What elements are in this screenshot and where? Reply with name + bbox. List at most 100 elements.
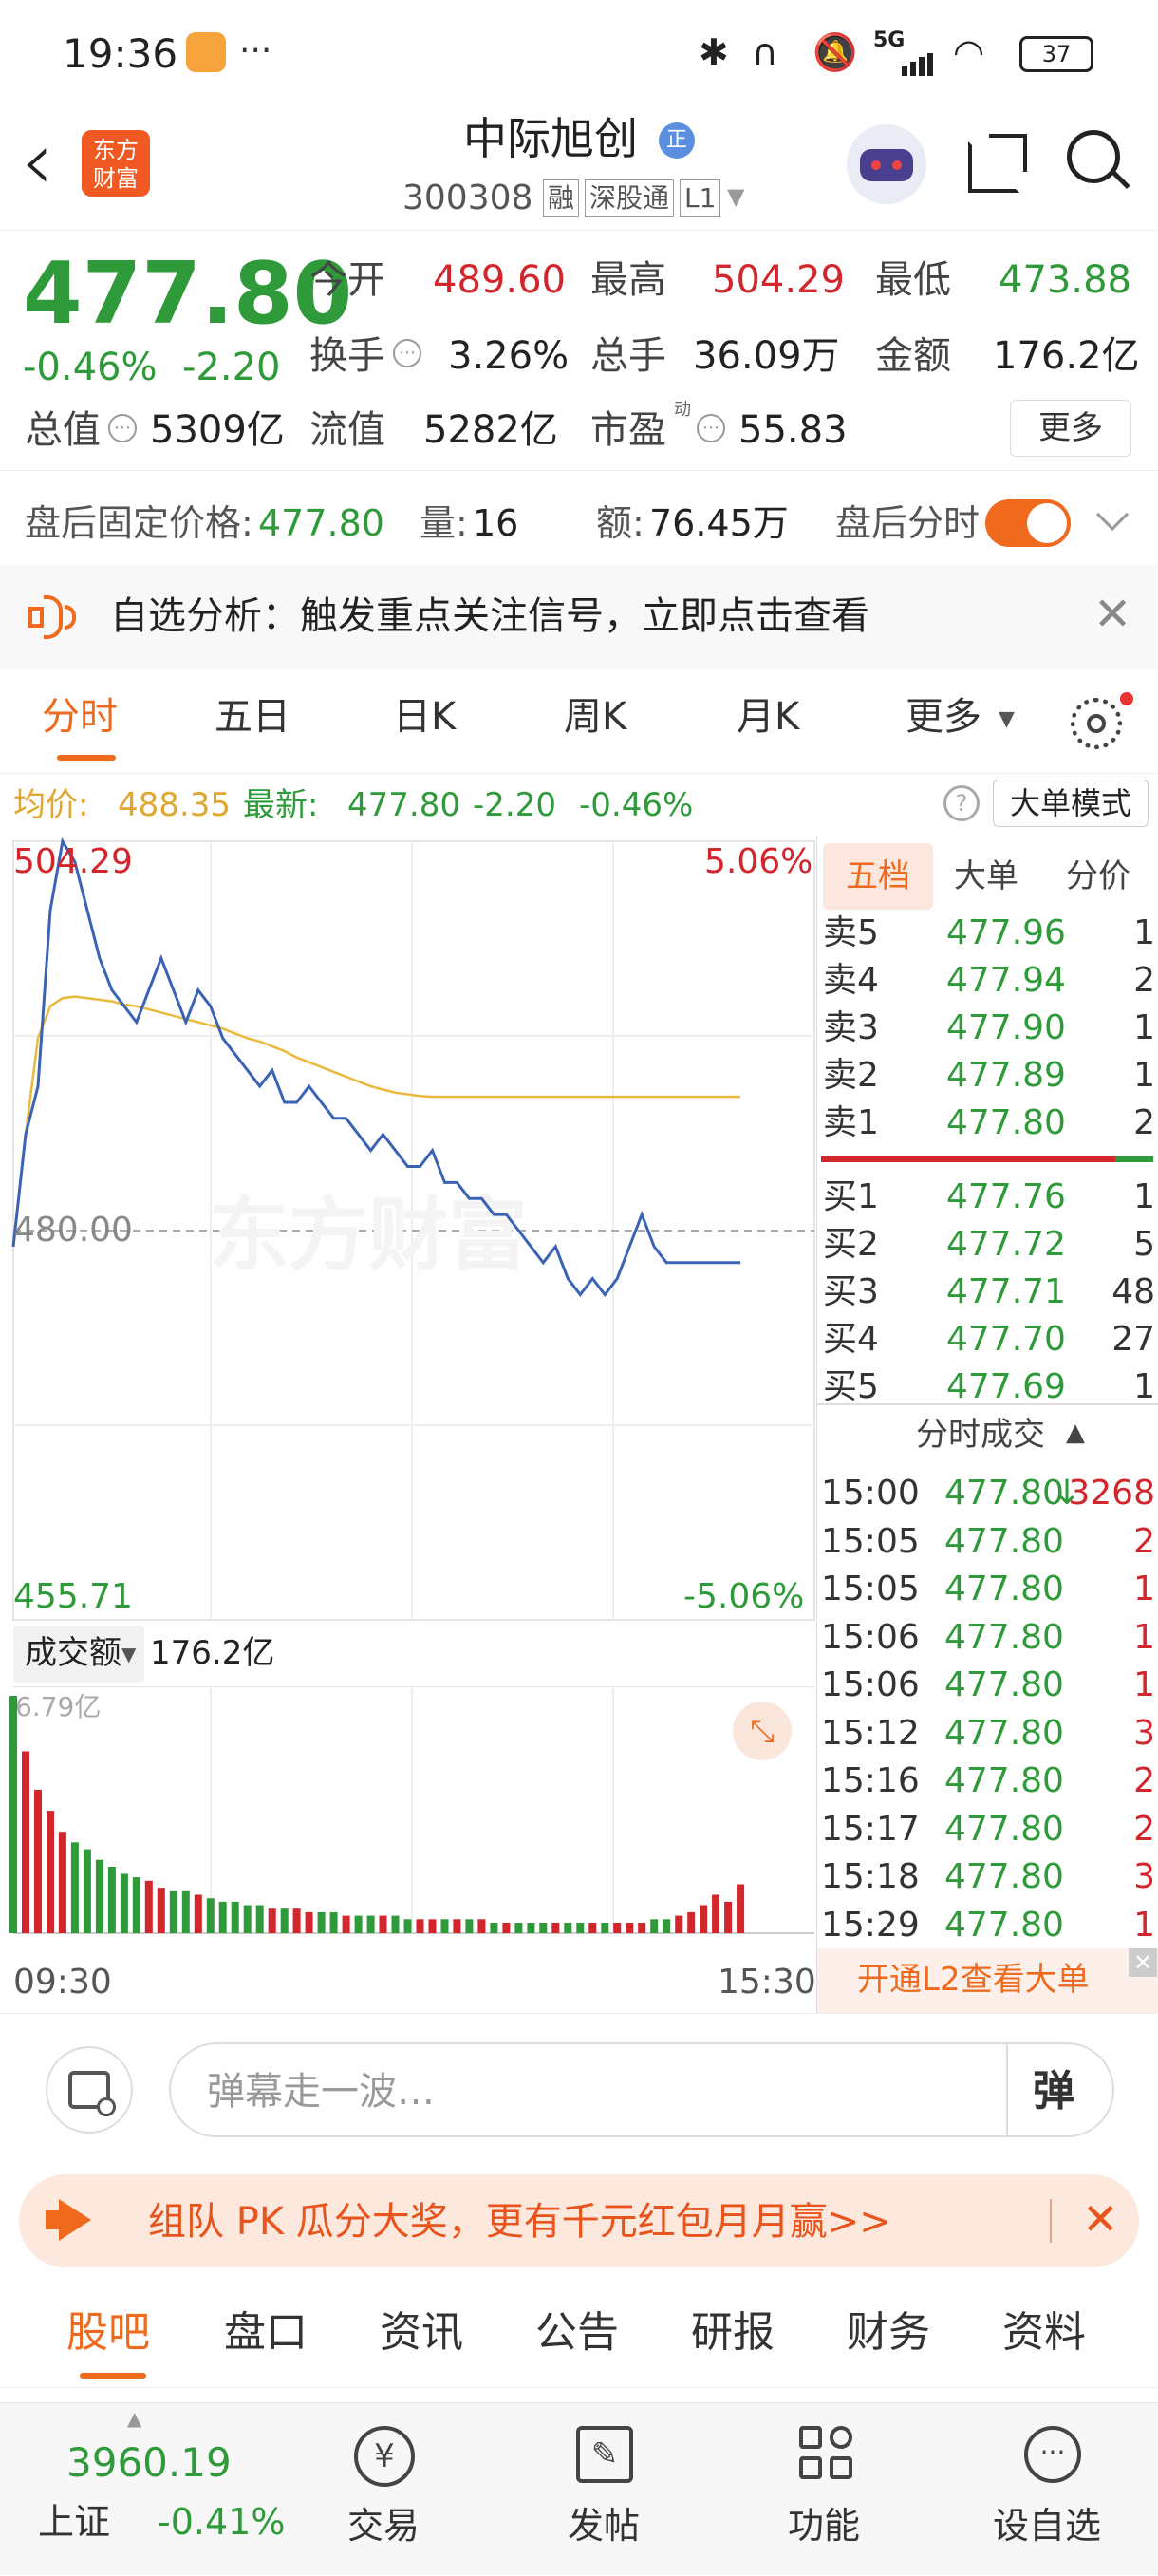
ask-level-row: 卖3 477.90 1 [817,1005,1158,1052]
danmu-list-icon[interactable] [46,2046,133,2134]
nav-functions[interactable]: 功能 [763,2403,887,2576]
volume-bar [712,1894,720,1933]
tab-profile[interactable]: 资料 [1002,2312,1086,2354]
nav-add-watchlist[interactable]: ··· 设自选 [981,2403,1124,2576]
volume-bars [9,1696,745,1933]
intraday-chart[interactable]: 东方财富 504.29 5.06% 480.00 455.71 -5.06% 成… [0,836,816,2013]
volume-bar [687,1911,696,1933]
megaphone-icon [46,2199,91,2241]
big-order-mode-button[interactable]: 大单模式 [993,780,1149,827]
bid-level-price: 477.71 [946,1272,1066,1311]
volume-bar [613,1923,622,1933]
trade-time: 15:00 [821,1474,920,1513]
l2-banner[interactable]: 开通L2查看大单 ✕ [817,1948,1158,2013]
notice-bar[interactable]: 自选分析：触发重点关注信号，立即点击查看 ✕ [0,565,1158,669]
tab-order-book[interactable]: 盘口 [224,2312,308,2354]
nav-post-label: 发帖 [568,2505,641,2547]
trade-price: 477.80 [944,1617,1064,1657]
after-hours-toggle[interactable] [985,499,1071,547]
volume-bar [576,1923,585,1933]
promo-banner[interactable]: 组队 PK 瓜分大奖，更有千元红包月月赢>> ✕ [19,2174,1139,2267]
wifi-icon: ◠ [953,31,985,73]
gear-icon[interactable] [1071,698,1122,749]
volume-value: 36.09万 [693,334,840,378]
chevron-down-icon[interactable]: ▼ [727,185,744,208]
index-ticker[interactable]: ▲ 3960.19 上证 -0.41% [0,2403,285,2576]
trade-price: 477.80 [944,1474,1064,1513]
signal-icon [873,53,934,76]
danmu-input[interactable]: 弹幕走一波… 弹 [169,2042,1114,2137]
volume-bar [514,1923,523,1933]
trades-title[interactable]: 分时成交 [916,1419,1045,1451]
bid-ratio-bar [1115,1156,1153,1162]
tab-forum[interactable]: 股吧 [66,2312,150,2354]
info-icon[interactable]: ⋯ [108,414,137,442]
volume-bar [58,1832,66,1933]
ask-level-price: 477.89 [946,1056,1066,1095]
top-price-label: 504.29 [13,842,133,881]
volume-bar [181,1890,190,1933]
tab-monthly-k[interactable]: 月K [737,698,799,736]
pe-superscript: 动 [674,400,691,420]
search-icon[interactable] [1067,130,1130,197]
tab-weekly-k[interactable]: 周K [564,698,626,736]
share-icon[interactable] [968,134,1027,193]
float-value: 5282亿 [423,408,558,452]
ask-level-volume: 2 [1133,961,1155,1000]
nav-post[interactable]: ✎ 发帖 [543,2403,666,2576]
nav-trade[interactable]: ¥ 交易 [323,2403,446,2576]
tab-research[interactable]: 研报 [691,2312,775,2354]
tab-finance[interactable]: 财务 [847,2312,930,2354]
more-button[interactable]: 更多 [1010,400,1131,457]
after-hours-toggle-label: 盘后分时 [835,502,981,544]
volume-bar [564,1923,572,1933]
help-icon[interactable]: ? [943,785,980,821]
amount-selector[interactable]: 成交额 ▼ [13,1626,144,1683]
close-icon[interactable]: ✕ [1093,592,1131,637]
tab-daily-k[interactable]: 日K [393,698,456,736]
chevron-down-icon[interactable] [1096,498,1129,531]
tab-five-levels[interactable]: 五档 [823,843,933,910]
info-icon[interactable]: ⋯ [697,414,725,442]
bluetooth-icon: ✱ [699,31,729,73]
tab-announcements[interactable]: 公告 [535,2312,619,2354]
amount-selector-label: 成交额 [25,1634,121,1672]
volume-bar [539,1923,548,1933]
info-icon[interactable]: ⋯ [393,339,421,367]
volume-bar [144,1880,153,1933]
back-button[interactable]: ‹ [21,121,53,202]
mid-price-label: 480.00 [13,1211,133,1250]
volume-bar [218,1901,227,1933]
ask-level-price: 477.94 [946,961,1066,1000]
ask-level-volume: 2 [1133,1103,1155,1142]
trade-price: 477.80 [944,1857,1064,1896]
trade-time: 15:06 [821,1617,920,1657]
bid-level-price: 477.70 [946,1320,1066,1359]
trade-row: 15:18 477.80 3 [817,1853,1158,1901]
latest-change: -2.20 [473,786,556,824]
chevron-up-icon[interactable]: ▲ [1066,1420,1085,1445]
close-icon[interactable]: ✕ [1129,1948,1157,1977]
volume-bar [354,1915,363,1933]
expand-icon[interactable]: ⤡ [733,1702,792,1760]
volume-chart[interactable] [0,1686,816,1935]
assistant-avatar[interactable] [847,124,926,204]
tab-five-day[interactable]: 五日 [215,698,290,736]
tab-intraday[interactable]: 分时 [42,698,118,736]
level-tag: L1 [680,179,721,217]
bid-level-volume: 5 [1133,1225,1155,1264]
close-icon[interactable]: ✕ [1082,2197,1119,2241]
tab-big-orders[interactable]: 大单 [954,860,1018,893]
tab-price-split[interactable]: 分价 [1066,860,1130,893]
tab-more[interactable]: 更多 [906,698,981,736]
volume-bar [465,1919,474,1933]
danmu-bar: 弹幕走一波… 弹 [0,2013,1158,2165]
tab-news[interactable]: 资讯 [380,2312,463,2354]
danmu-send-button[interactable]: 弹 [1033,2071,1074,2113]
trade-price: 477.80 [944,1521,1064,1561]
after-hours-price: 477.80 [258,502,384,544]
ask-level-row: 卖2 477.89 1 [817,1052,1158,1100]
volume-bar [70,1842,79,1933]
chart-tabs: 分时 五日 日K 周K 月K 更多 ▼ [0,669,1158,774]
ask-level-row: 卖4 477.94 2 [817,957,1158,1005]
